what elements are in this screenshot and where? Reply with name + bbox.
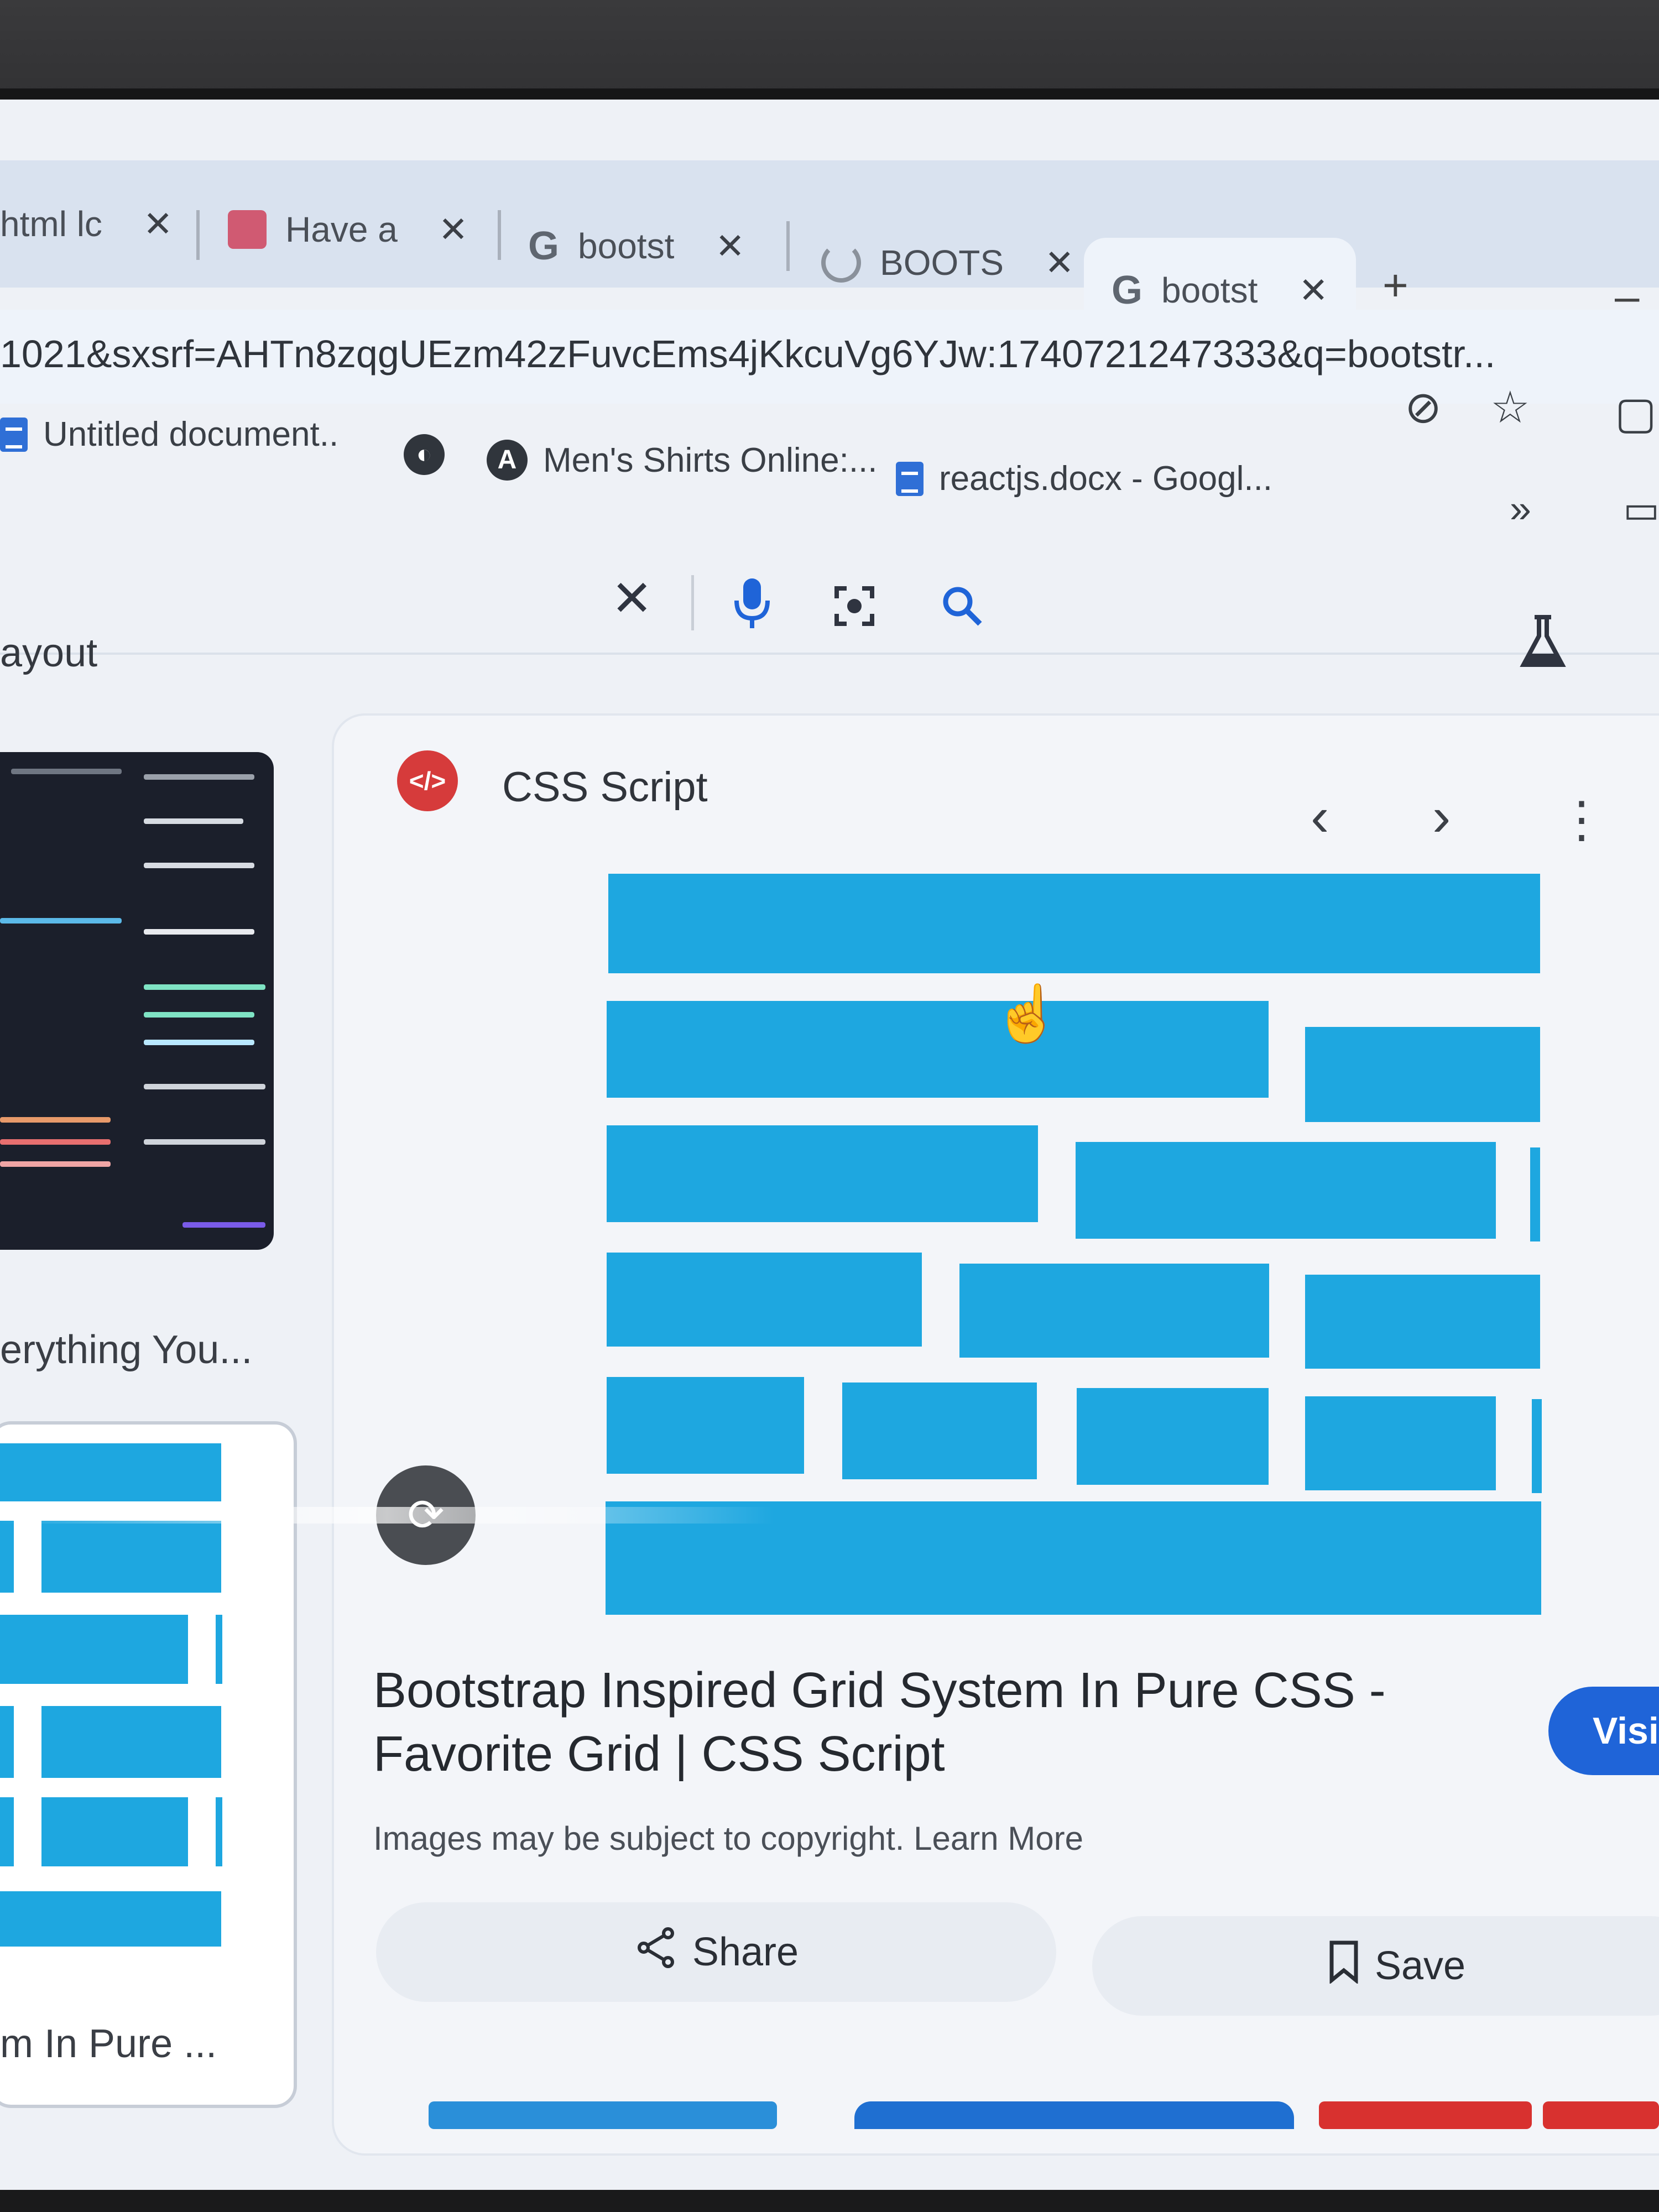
grid-block — [216, 1615, 222, 1684]
close-tab-icon[interactable]: ✕ — [1045, 242, 1074, 284]
search-icon[interactable] — [940, 583, 984, 640]
star-icon[interactable]: ☆ — [1490, 382, 1530, 433]
image-title[interactable]: Bootstrap Inspired Grid System In Pure C… — [373, 1659, 1424, 1786]
previous-icon[interactable]: ‹ — [1311, 785, 1329, 849]
grid-block — [0, 1706, 14, 1778]
source-logo-icon: </> — [397, 750, 458, 811]
grid-block — [1305, 1027, 1540, 1122]
google-icon: G — [528, 224, 560, 268]
grid-block — [959, 1264, 1269, 1358]
related-image[interactable] — [1319, 2101, 1532, 2129]
next-icon[interactable]: › — [1432, 785, 1451, 849]
tab-label: Have a — [285, 210, 398, 249]
bookmark-label: Untitled document.. — [43, 415, 339, 453]
search-bar — [0, 531, 1659, 655]
bookmark-icon — [1327, 1939, 1360, 1993]
grid-block — [1530, 1147, 1540, 1241]
save-label: Save — [1374, 1944, 1466, 1988]
grid-block — [1305, 1275, 1540, 1369]
close-tab-icon[interactable]: ✕ — [143, 204, 173, 245]
tab-label: html lc — [0, 204, 102, 244]
grid-block — [1305, 1396, 1496, 1490]
eye-off-icon[interactable]: ⊘ — [1405, 382, 1442, 433]
grid-block — [1532, 1399, 1542, 1493]
globe-icon: ◐ — [404, 434, 445, 475]
grid-block — [607, 1377, 804, 1474]
grid-block — [41, 1706, 221, 1778]
doc-icon — [0, 417, 28, 452]
a-icon: A — [487, 440, 528, 481]
grid-block — [41, 1521, 221, 1593]
tab-3[interactable]: G bootst ✕ — [528, 205, 745, 288]
bookmark-item[interactable]: Untitled document.. — [0, 415, 338, 454]
clear-search-icon[interactable]: ✕ — [611, 570, 653, 628]
grid-block — [216, 1797, 222, 1866]
grid-block — [0, 1797, 14, 1866]
grid-block — [607, 1253, 922, 1347]
tab-2[interactable]: Have a ✕ — [228, 188, 468, 271]
monitor-bottom-bezel — [0, 2190, 1659, 2212]
grid-block — [0, 1615, 188, 1684]
share-button[interactable]: Share — [376, 1902, 1056, 2002]
mic-icon[interactable] — [730, 575, 774, 643]
close-tab-icon[interactable]: ✕ — [1298, 270, 1328, 311]
grid-block — [842, 1383, 1037, 1479]
grid-block — [0, 1891, 221, 1947]
grid-block — [0, 1521, 14, 1593]
tab-label: bootst — [578, 226, 675, 266]
close-tab-icon[interactable]: ✕ — [439, 209, 468, 251]
tab-label: BOOTS — [880, 243, 1004, 283]
result-caption[interactable]: erything You... — [0, 1327, 252, 1373]
grid-block — [0, 1443, 221, 1501]
copyright-notice[interactable]: Images may be subject to copyright. Lear… — [373, 1819, 1083, 1858]
related-image[interactable] — [429, 2101, 777, 2129]
hand-cursor-icon: ☝ — [993, 983, 1062, 1045]
url-text[interactable]: 1021&sxsrf=AHTn8zqgUEzm42zFuvcEms4jKkcuV… — [0, 332, 1495, 376]
tab-separator — [498, 210, 501, 260]
share-label: Share — [692, 1930, 799, 1974]
tab-separator — [196, 210, 200, 260]
lens-icon[interactable] — [832, 583, 877, 640]
bookmark-label: reactjs.docx - Googl... — [939, 460, 1273, 498]
result-thumbnail[interactable] — [0, 752, 274, 1250]
result-caption[interactable]: m In Pure ... — [0, 2021, 217, 2067]
more-options-icon[interactable]: ⋮ — [1640, 608, 1659, 666]
bookmark-item[interactable]: A Men's Shirts Online:... — [487, 440, 878, 481]
tab-favicon-icon — [228, 210, 267, 249]
loading-icon — [821, 243, 861, 283]
tab-1[interactable]: html lc ✕ — [0, 182, 173, 265]
source-name[interactable]: CSS Script — [502, 763, 708, 811]
share-icon — [634, 1926, 678, 1979]
bookmarks-overflow-button[interactable]: » — [1510, 487, 1531, 531]
tab-separator — [786, 221, 790, 271]
labs-icon[interactable] — [1518, 614, 1568, 681]
bookmark-label: Men's Shirts Online:... — [543, 441, 878, 479]
tab-label: bootst — [1161, 270, 1258, 310]
new-tab-button[interactable]: + — [1383, 260, 1408, 311]
related-image[interactable] — [854, 2101, 1294, 2129]
search-divider — [691, 575, 694, 630]
folder-icon[interactable]: ▭ — [1623, 487, 1659, 532]
bookmark-item[interactable]: reactjs.docx - Googl... — [896, 459, 1272, 498]
bookmark-item[interactable]: ◐ — [404, 434, 445, 475]
google-icon: G — [1112, 268, 1143, 312]
doc-icon — [896, 461, 924, 496]
grid-block — [608, 874, 1540, 973]
close-tab-icon[interactable]: ✕ — [715, 226, 745, 267]
visit-button[interactable]: Visit — [1548, 1687, 1659, 1775]
more-options-icon[interactable]: ⋮ — [1557, 791, 1606, 849]
search-query-text[interactable]: ayout — [0, 630, 97, 676]
extensions-icon[interactable]: ▢ — [1615, 387, 1657, 439]
tab-4[interactable]: BOOTS ✕ — [821, 221, 1074, 304]
grid-block — [41, 1797, 188, 1866]
grid-block — [607, 1125, 1038, 1222]
grid-block — [1076, 1142, 1496, 1239]
screen-glare — [0, 1507, 774, 1524]
grid-block — [1077, 1388, 1269, 1485]
related-image[interactable] — [1543, 2101, 1659, 2129]
grid-block — [607, 1001, 1269, 1098]
save-button[interactable]: Save — [1092, 1916, 1659, 2016]
